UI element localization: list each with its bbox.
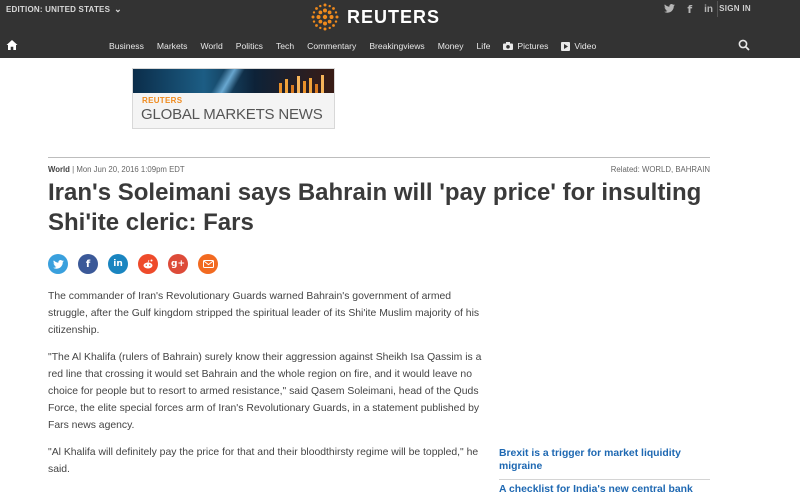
nav-markets[interactable]: Markets [157,41,188,51]
ad-graphic [279,75,324,93]
sidebar-links: Brexit is a trigger for market liquidity… [499,447,710,496]
facebook-share-icon[interactable]: f [78,254,98,274]
nav-commentary[interactable]: Commentary [307,41,356,51]
article-meta: World | Mon Jun 20, 2016 1:09pm EDT [48,165,185,174]
edition-selector[interactable]: EDITION: UNITED STATES ⌄ [6,4,122,15]
nav-pictures-label: Pictures [517,41,549,51]
home-icon[interactable] [6,39,18,51]
article-paragraph: "The Al Khalifa (rulers of Bahrain) sure… [48,352,482,431]
linkedin-share-icon[interactable]: in [108,254,128,274]
main-nav: Business Markets World Politics Tech Com… [109,41,609,51]
article-headline: Iran's Soleimani says Bahrain will 'pay … [48,179,702,236]
nav-life[interactable]: Life [477,41,491,51]
nav-business[interactable]: Business [109,41,144,51]
logo-wordmark: REUTERS [347,6,441,27]
ad-title: GLOBAL MARKETS NEWS [141,106,323,123]
nav-pictures[interactable]: Pictures [503,41,548,51]
nav-breakingviews[interactable]: Breakingviews [369,41,424,51]
reuters-logo-icon [311,3,339,31]
edition-label: EDITION: UNITED STATES [6,5,111,14]
share-bar: f in g+ [48,254,218,274]
section-label[interactable]: World [48,165,70,174]
advertisement-banner[interactable]: REUTERS GLOBAL MARKETS NEWS [132,68,335,129]
linkedin-icon[interactable]: in [704,4,713,15]
article-body: The commander of Iran's Revolutionary Gu… [48,288,490,488]
video-icon [561,41,571,51]
nav-tech[interactable]: Tech [276,41,294,51]
related-tags[interactable]: Related: WORLD, BAHRAIN [611,165,710,174]
article-paragraph: The commander of Iran's Revolutionary Gu… [48,291,480,336]
ad-brand: REUTERS [142,96,183,105]
googleplus-share-icon[interactable]: g+ [168,254,188,274]
social-links: f in [664,3,713,16]
sign-in-link[interactable]: SIGN IN [719,4,751,13]
email-share-icon[interactable] [198,254,218,274]
sidebar-link[interactable]: A checklist for India's new central bank [499,483,710,496]
facebook-icon[interactable]: f [687,3,692,16]
article-date: Mon Jun 20, 2016 1:09pm EDT [76,165,185,174]
chevron-down-icon: ⌄ [114,4,122,14]
divider [717,1,718,17]
divider [48,157,710,158]
reuters-logo[interactable]: REUTERS [309,3,440,31]
sidebar-link[interactable]: Brexit is a trigger for market liquidity… [499,447,710,473]
nav-money[interactable]: Money [438,41,464,51]
reddit-share-icon[interactable] [138,254,158,274]
search-icon[interactable] [738,39,750,51]
twitter-share-icon[interactable] [48,254,68,274]
article-paragraph: "Al Khalifa will definitely pay the pric… [48,447,479,475]
twitter-icon[interactable] [664,3,676,16]
nav-world[interactable]: World [200,41,222,51]
divider [499,479,710,480]
nav-politics[interactable]: Politics [236,41,263,51]
nav-video-label: Video [574,41,597,51]
camera-icon [503,42,514,50]
top-header: EDITION: UNITED STATES ⌄ REUTERS f in SI… [0,0,800,58]
nav-video[interactable]: Video [561,41,596,51]
ad-image [133,69,334,93]
